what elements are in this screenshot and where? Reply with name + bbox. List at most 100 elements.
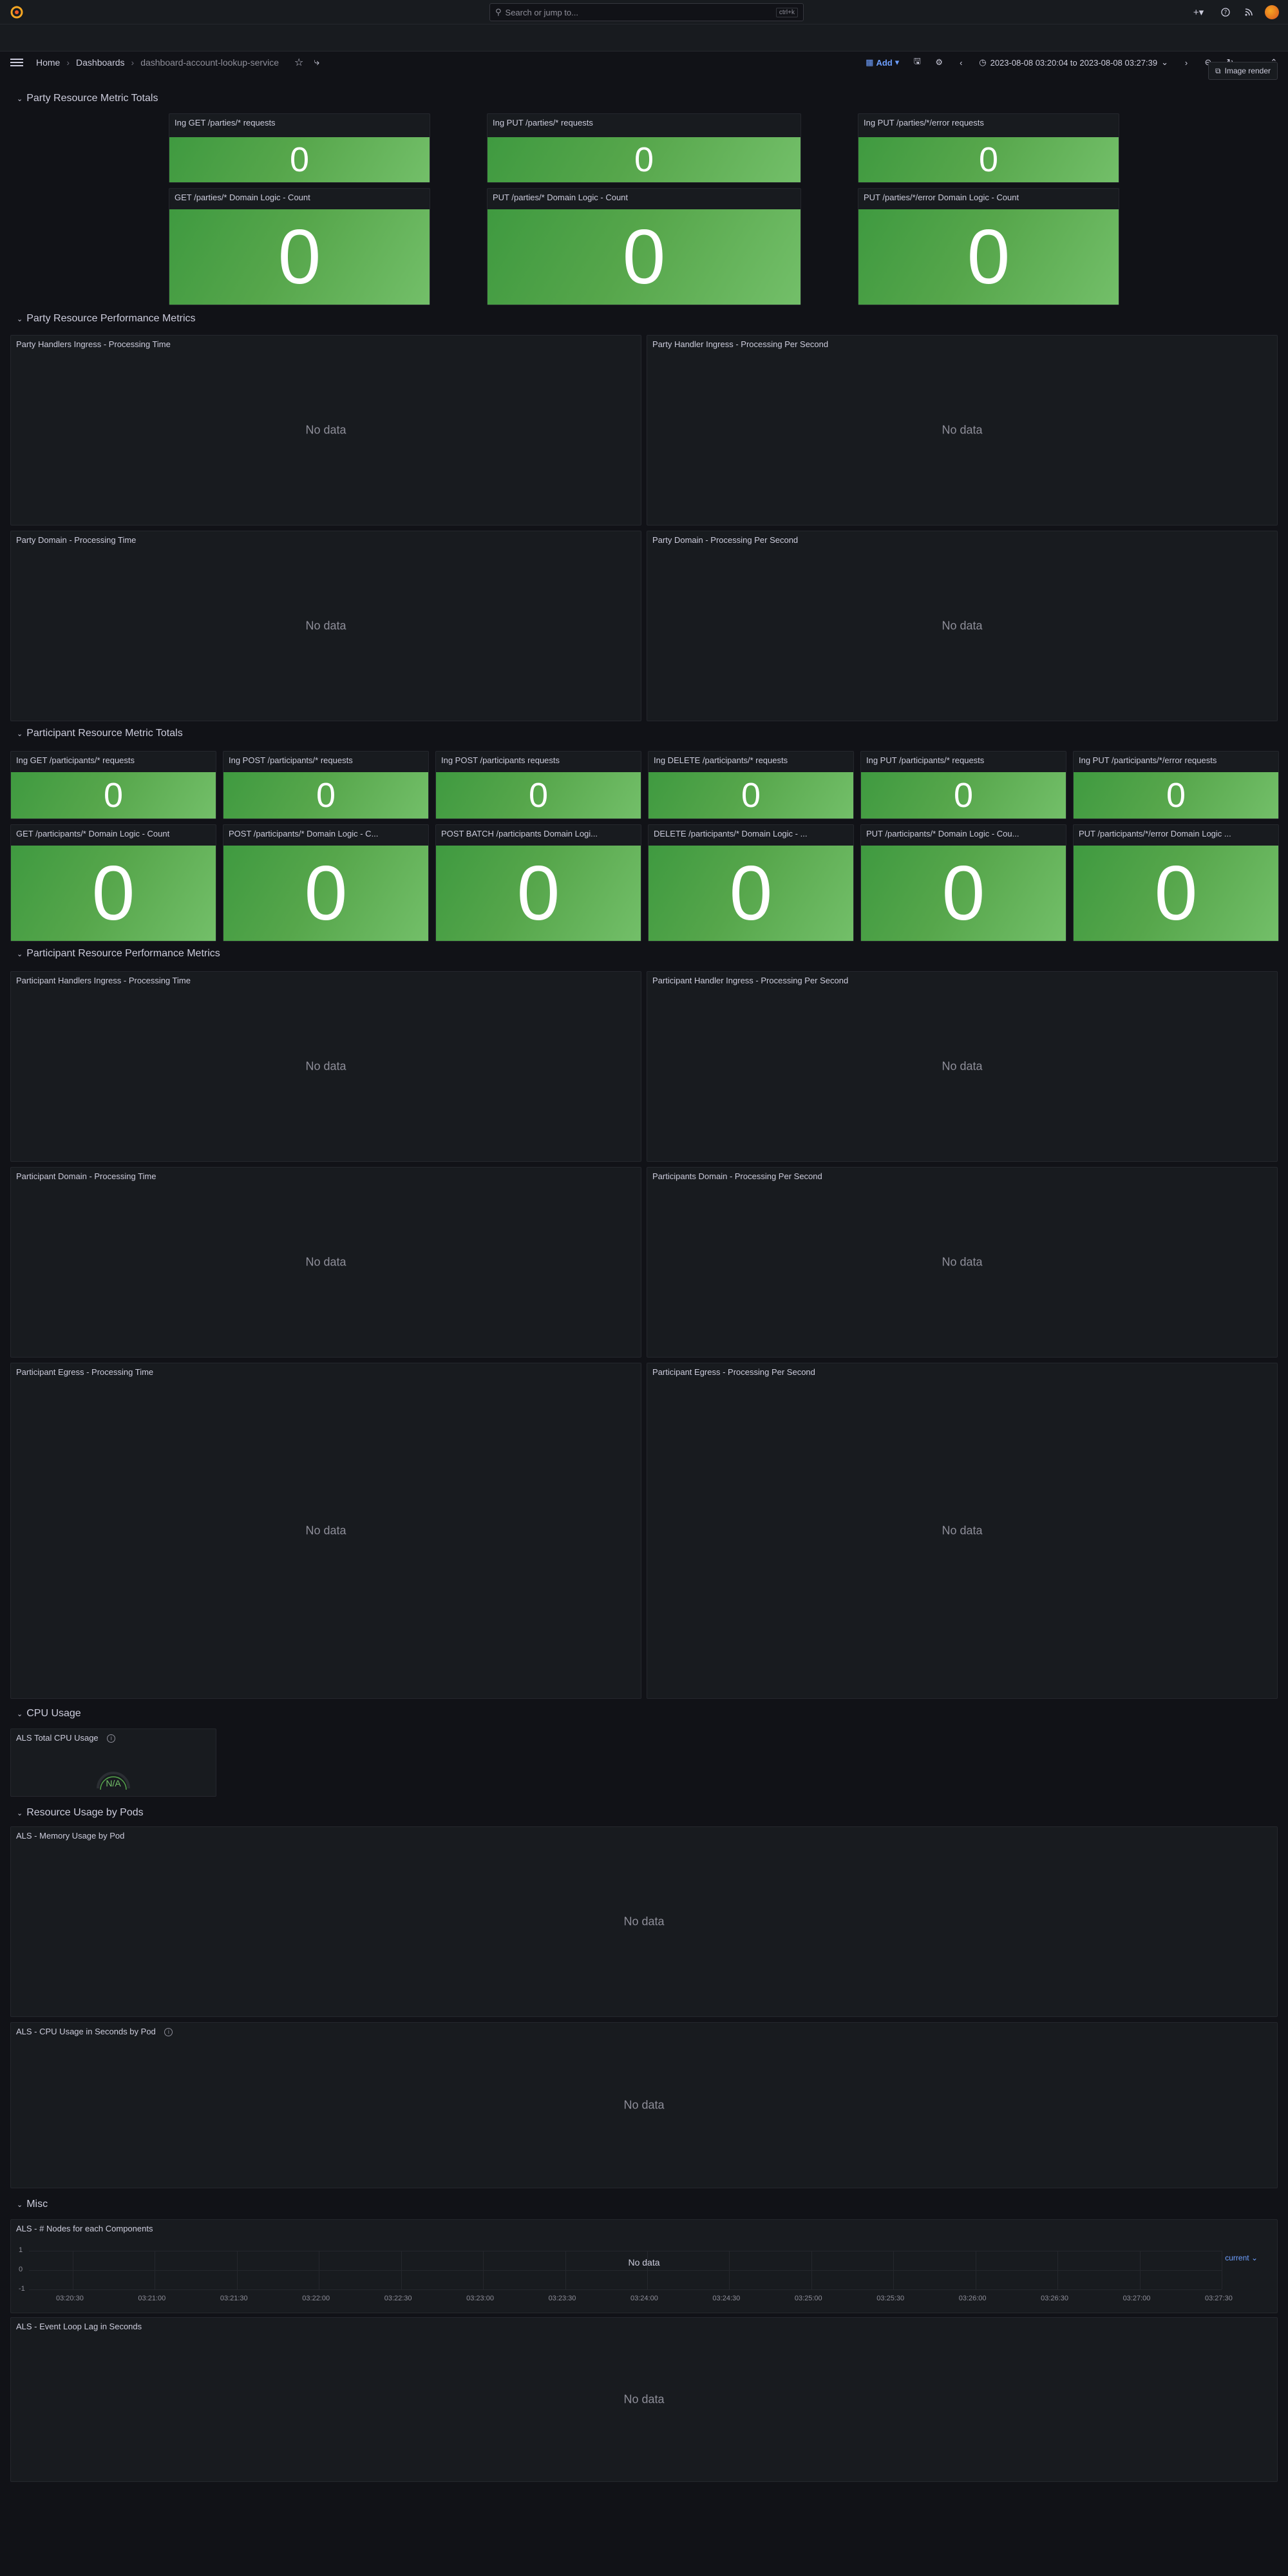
info-icon[interactable]: i (107, 1734, 116, 1743)
time-shift-back-button[interactable]: ‹ (952, 54, 970, 71)
stat-panel[interactable]: POST BATCH /participants Domain Logi... 0 (435, 824, 641, 942)
panel-title: Party Domain - Processing Per Second (652, 535, 799, 545)
timeseries-panel[interactable]: ALS - Memory Usage by Pod No data (10, 1826, 1278, 2017)
row-participant-totals[interactable]: ⌄ Participant Resource Metric Totals (17, 728, 183, 739)
stat-value: 0 (436, 846, 641, 941)
search-shortcut: ctrl+k (775, 7, 798, 17)
panel-title: GET /participants/* Domain Logic - Count (16, 829, 170, 838)
chevron-down-icon: ⌄ (17, 2201, 23, 2209)
save-dashboard-button[interactable]: 🖫 (908, 54, 926, 71)
no-data-message: No data (623, 2392, 665, 2406)
avatar[interactable] (1265, 5, 1279, 19)
search-input[interactable]: ⚲ Search or jump to... ctrl+k (489, 3, 804, 21)
plus-icon[interactable]: +▾ (1191, 5, 1206, 19)
stat-value: 0 (223, 846, 428, 941)
stat-panel[interactable]: PUT /participants/*/error Domain Logic .… (1073, 824, 1279, 942)
panel-title: PUT /parties/*/error Domain Logic - Coun… (864, 193, 1019, 202)
timeseries-panel[interactable]: ALS - Event Loop Lag in Seconds No data (10, 2317, 1278, 2482)
row-title: Resource Usage by Pods (26, 1807, 144, 1818)
stat-panel[interactable]: Ing DELETE /participants/* requests 0 (648, 751, 854, 819)
add-button[interactable]: ▦ Add ▾ (860, 54, 904, 71)
panel-title: Ing PUT /parties/*/error requests (864, 118, 984, 128)
stat-panel[interactable]: Ing PUT /parties/*/error requests 0 (858, 113, 1119, 183)
timeseries-panel[interactable]: Participant Egress - Processing Per Seco… (647, 1363, 1278, 1699)
x-tick-label: 03:22:00 (302, 2295, 330, 2302)
row-title: Party Resource Performance Metrics (26, 313, 196, 324)
row-title: Participant Resource Metric Totals (26, 728, 183, 739)
timeseries-panel[interactable]: Participant Egress - Processing Time No … (10, 1363, 641, 1699)
timeseries-panel[interactable]: Participants Domain - Processing Per Sec… (647, 1167, 1278, 1358)
clock-icon: ◷ (979, 57, 987, 67)
time-range-picker[interactable]: ◷ 2023-08-08 03:20:04 to 2023-08-08 03:2… (974, 54, 1173, 71)
no-data-message: No data (942, 1255, 983, 1269)
row-misc[interactable]: ⌄ Misc (17, 2199, 48, 2210)
panel-title: PUT /participants/*/error Domain Logic .… (1079, 829, 1231, 838)
timeseries-panel[interactable]: ALS - CPU Usage in Seconds by Pod i No d… (10, 2022, 1278, 2188)
grafana-logo-icon[interactable] (9, 5, 24, 20)
gauge-panel[interactable]: ALS Total CPU Usage i N/A (10, 1728, 216, 1797)
panel-title: Ing POST /participants requests (441, 755, 560, 765)
stat-panel[interactable]: Ing PUT /participants/* requests 0 (860, 751, 1066, 819)
dashboard-settings-button[interactable]: ⚙ (930, 54, 948, 71)
panel-title: Ing DELETE /participants/* requests (654, 755, 788, 765)
panel-title: POST BATCH /participants Domain Logi... (441, 829, 598, 838)
no-data-message: No data (305, 1255, 346, 1269)
stat-panel[interactable]: PUT /parties/*/error Domain Logic - Coun… (858, 188, 1119, 305)
breadcrumb-home[interactable]: Home (36, 57, 60, 68)
timeseries-panel[interactable]: Participant Handler Ingress - Processing… (647, 971, 1278, 1162)
stat-value: 0 (488, 137, 800, 182)
news-icon[interactable] (1242, 5, 1256, 19)
timeseries-panel[interactable]: Participant Domain - Processing Time No … (10, 1167, 641, 1358)
timeseries-panel[interactable]: Party Handler Ingress - Processing Per S… (647, 335, 1278, 526)
stat-value: 0 (11, 846, 216, 941)
breadcrumb: Home › Dashboards › dashboard-account-lo… (36, 55, 319, 70)
chevron-down-icon: ⌄ (17, 730, 23, 738)
stat-panel[interactable]: POST /participants/* Domain Logic - C...… (223, 824, 429, 942)
gauge-value: N/A (106, 1778, 121, 1788)
help-icon[interactable]: ? (1218, 5, 1233, 19)
stat-panel[interactable]: GET /parties/* Domain Logic - Count 0 (169, 188, 430, 305)
stat-panel[interactable]: PUT /parties/* Domain Logic - Count 0 (487, 188, 801, 305)
timeseries-panel[interactable]: Party Handlers Ingress - Processing Time… (10, 335, 641, 526)
grid-line (729, 2251, 730, 2289)
timeseries-panel[interactable]: Participant Handlers Ingress - Processin… (10, 971, 641, 1162)
row-party-totals[interactable]: ⌄ Party Resource Metric Totals (17, 93, 158, 104)
stat-panel[interactable]: Ing PUT /parties/* requests 0 (487, 113, 801, 183)
stat-panel[interactable]: Ing GET /participants/* requests 0 (10, 751, 216, 819)
star-icon[interactable]: ☆ (294, 56, 303, 69)
timeseries-panel[interactable]: ALS - # Nodes for each Components curren… (10, 2219, 1278, 2313)
row-party-perf[interactable]: ⌄ Party Resource Performance Metrics (17, 313, 196, 325)
stat-panel[interactable]: Ing GET /parties/* requests 0 (169, 113, 430, 183)
row-title: Misc (26, 2199, 48, 2210)
image-render-button[interactable]: ⧉ Image render (1208, 62, 1278, 80)
menu-icon[interactable] (10, 57, 23, 67)
no-data-message: No data (305, 1524, 346, 1537)
stat-panel[interactable]: Ing PUT /participants/*/error requests 0 (1073, 751, 1279, 819)
stat-panel[interactable]: GET /participants/* Domain Logic - Count… (10, 824, 216, 942)
stat-panel[interactable]: Ing POST /participants/* requests 0 (223, 751, 429, 819)
time-shift-forward-button[interactable]: › (1177, 54, 1195, 71)
x-tick-label: 03:27:00 (1122, 2295, 1151, 2302)
stat-panel[interactable]: Ing POST /participants requests 0 (435, 751, 641, 819)
panel-title: ALS - CPU Usage in Seconds by Pod i (16, 2027, 1272, 2037)
row-cpu-usage[interactable]: ⌄ CPU Usage (17, 1708, 81, 1719)
panel-title: ALS - Memory Usage by Pod (16, 1831, 125, 1841)
stat-panel[interactable]: PUT /participants/* Domain Logic - Cou..… (860, 824, 1066, 942)
timeseries-panel[interactable]: Party Domain - Processing Per Second No … (647, 531, 1278, 721)
x-tick-label: 03:27:30 (1205, 2295, 1233, 2302)
x-tick-label: 03:20:30 (56, 2295, 84, 2302)
save-icon: 🖫 (913, 56, 921, 66)
grid-line (1057, 2251, 1059, 2289)
share-icon[interactable]: ⤷ (314, 57, 319, 68)
info-icon[interactable]: i (164, 2028, 173, 2037)
panel-title: Ing POST /participants/* requests (229, 755, 353, 765)
breadcrumb-dashboards[interactable]: Dashboards (76, 57, 125, 68)
timeseries-panel[interactable]: Party Domain - Processing Time No data (10, 531, 641, 721)
row-participant-perf[interactable]: ⌄ Participant Resource Performance Metri… (17, 948, 220, 960)
row-resource-usage-pods[interactable]: ⌄ Resource Usage by Pods (17, 1807, 144, 1819)
stat-value: 0 (11, 772, 216, 819)
panel-title: Participant Handlers Ingress - Processin… (16, 976, 191, 985)
stat-value: 0 (488, 209, 800, 305)
panel-title: ALS - # Nodes for each Components (16, 2224, 153, 2233)
stat-panel[interactable]: DELETE /participants/* Domain Logic - ..… (648, 824, 854, 942)
